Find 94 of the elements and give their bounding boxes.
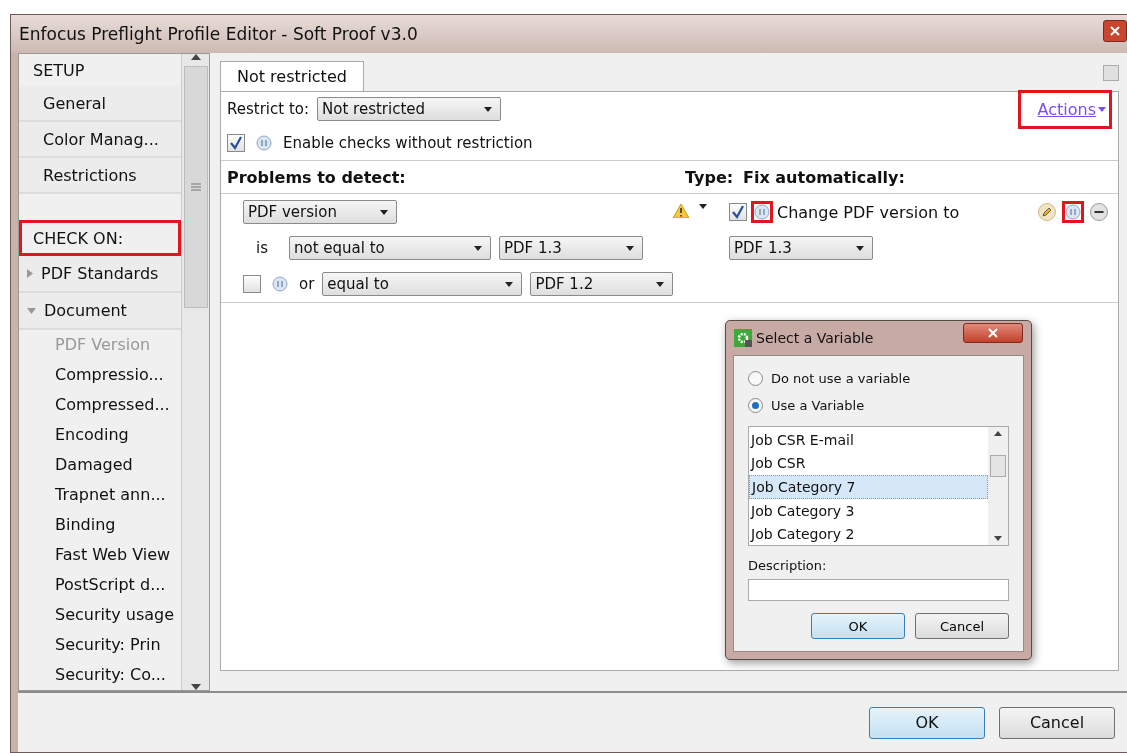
section-heading: CHECK ON: [19,220,181,257]
field-label: Restrict to: [227,100,310,118]
sidebar-group[interactable]: PDF Standards [19,256,181,294]
sidebar-group[interactable]: Document [19,293,181,330]
sidebar-item[interactable]: Encoding [19,420,181,450]
scrollbar-thumb[interactable] [990,455,1006,477]
list-item[interactable]: Job Category 2 [749,522,988,545]
checkmark-icon [731,205,745,219]
collapse-triangle-icon [27,307,36,314]
list-item[interactable]: Job CSR E-mail [749,429,988,452]
dropdown[interactable]: PDF 1.3 [499,236,643,260]
dropdown[interactable]: PDF 1.2 [530,272,673,296]
gear-icon [734,329,752,347]
fix-label: Change PDF version to [777,202,961,222]
checkbox[interactable] [729,203,747,221]
tab[interactable]: Not restricted [220,61,364,91]
scrollbar[interactable] [988,427,1008,545]
sidebar-item[interactable]: Restrictions [19,158,181,195]
dialog-title: Select a Variable [756,330,874,346]
window-title: Enfocus Preflight Profile Editor - Soft Proof v3.0 [19,24,418,44]
grip-icon [190,183,201,191]
scroll-down-icon [994,536,1002,541]
sidebar-item[interactable]: Damaged [19,450,181,480]
list-item[interactable]: Job CSR [749,451,988,475]
expand-triangle-icon [27,269,33,279]
sidebar-item[interactable]: PostScript d... [19,570,181,600]
variable-button[interactable] [751,201,773,223]
column-heading: Problems to detect: [226,167,407,187]
close-icon [988,328,998,338]
close-icon [1110,26,1120,36]
dropdown-caret-icon [656,281,664,287]
radio-button[interactable] [748,398,763,413]
dropdown-caret-icon [1098,106,1106,112]
column-heading: Fix automatically: [743,167,905,187]
list-item[interactable]: Job Category 3 [749,499,988,523]
sidebar-item[interactable]: Fast Web View [19,540,181,570]
info-circle-icon [256,135,272,151]
checkbox-label: Enable checks without restriction [283,134,533,152]
dropdown[interactable]: PDF 1.3 [729,236,873,260]
dialog-button[interactable]: Cancel [999,706,1115,739]
sidebar-item[interactable]: Security: Co... [19,660,181,690]
section-heading: SETUP [32,59,86,82]
condition-label: is [255,239,269,257]
radio-label: Use a Variable [771,398,865,413]
dropdown[interactable]: equal to [322,272,523,296]
info-circle-icon [1065,204,1081,220]
dialog-button[interactable]: OK [869,706,985,739]
sidebar-item[interactable]: Compressio... [19,360,181,390]
warning-icon [673,204,689,218]
checkbox[interactable] [243,275,261,293]
condition-label: or [299,275,315,293]
dropdown[interactable]: PDF version [243,200,397,224]
dropdown-caret-icon [505,281,514,287]
dropdown-caret-icon [856,245,864,251]
column-heading: Type: [685,167,735,187]
field-label: Description: [748,558,828,573]
dropdown-caret-icon [474,245,482,251]
actions-link[interactable]: Actions [1017,89,1112,129]
group-label: Document [44,301,127,320]
radio-button[interactable] [748,371,763,386]
scrollbar-thumb[interactable] [183,66,208,308]
pencil-icon[interactable] [1038,203,1056,221]
info-circle-icon [272,276,288,292]
sidebar-item[interactable]: Trapnet ann... [19,480,181,510]
list-item[interactable]: Job Category 7 [749,474,988,500]
scroll-up-icon [994,431,1002,436]
dropdown[interactable]: Not restricted [317,97,502,121]
variable-button[interactable] [253,132,275,154]
dialog-button[interactable]: Cancel [915,613,1009,639]
description-field[interactable] [748,579,1009,601]
info-circle-icon [754,204,770,220]
dropdown[interactable]: not equal to [289,236,491,260]
sidebar-item[interactable]: Security usage [19,600,181,630]
sidebar-item[interactable]: General [19,86,181,123]
scroll-down-icon [190,684,201,690]
remove-icon[interactable] [1090,203,1108,221]
dropdown-caret-icon [380,209,388,215]
variable-button[interactable] [1062,201,1084,223]
sidebar-item[interactable]: Security: Prin [19,630,181,660]
checkmark-icon [229,136,243,150]
dialog-button[interactable]: OK [811,613,905,639]
checkbox[interactable] [227,134,245,152]
close-button[interactable] [963,323,1023,343]
group-label: PDF Standards [41,264,159,284]
dropdown-caret-icon [484,106,493,112]
close-button[interactable] [1103,20,1127,42]
sidebar-item[interactable]: Color Manag... [19,122,181,159]
sidebar-item[interactable]: Compressed... [19,390,181,420]
variable-button[interactable] [269,273,291,295]
radio-label: Do not use a variable [771,371,911,386]
sidebar-item[interactable]: Binding [19,510,181,540]
dropdown-caret-icon [626,245,634,251]
dropdown-caret-icon[interactable] [699,204,707,209]
scrollbar[interactable] [181,54,209,690]
